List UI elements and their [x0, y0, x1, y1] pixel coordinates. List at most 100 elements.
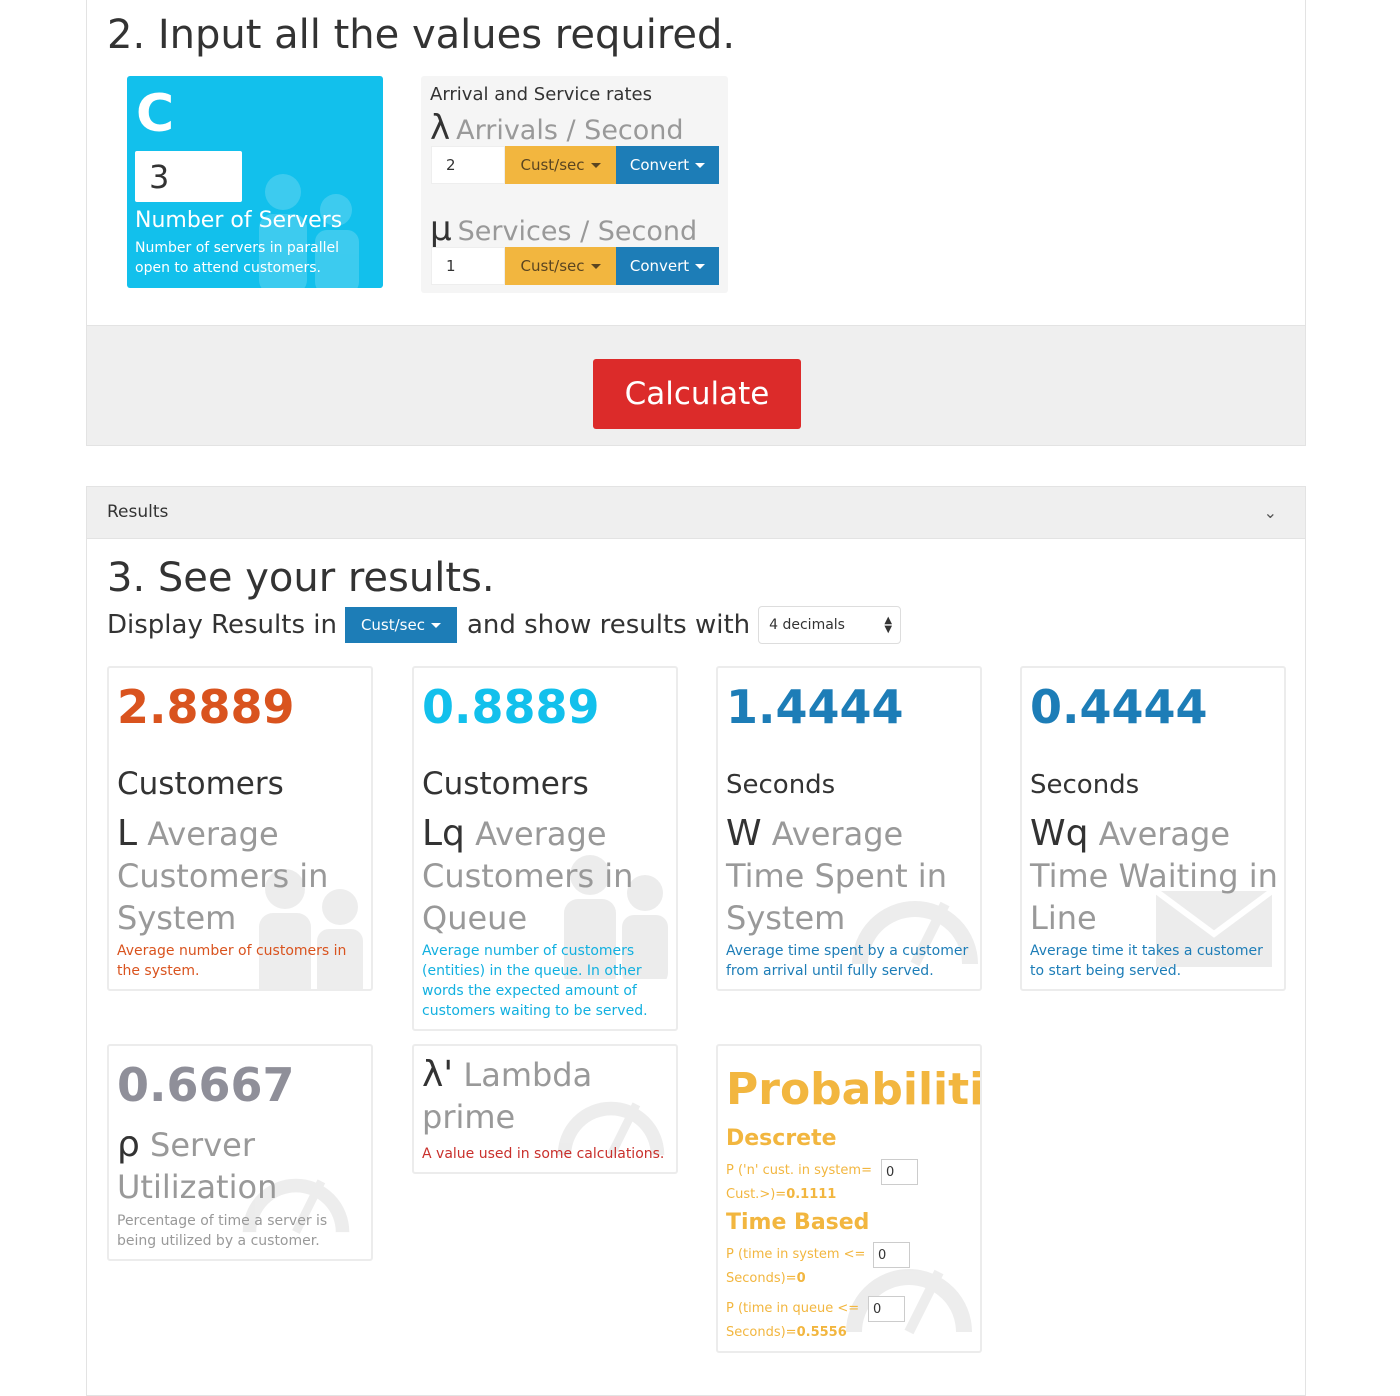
calculate-button[interactable]: Calculate — [593, 359, 801, 429]
lq-symbol: Lq — [422, 813, 465, 854]
servers-title: Number of Servers — [135, 208, 343, 233]
input-panel: 2. Input all the values required. C Numb… — [86, 0, 1306, 446]
queue-time-result-value: 0.5556 — [796, 1325, 847, 1340]
card-l: 2.8889 Customers L Average Customers in … — [107, 666, 373, 991]
w-name: W Average Time Spent in System — [726, 813, 978, 939]
arrivals-input[interactable] — [431, 146, 505, 184]
l-description: Average number of customers in the syste… — [117, 943, 347, 979]
input-panel-footer: Calculate — [87, 325, 1305, 445]
rho-symbol: ρ — [117, 1124, 140, 1165]
wq-value: 0.4444 — [1030, 680, 1208, 734]
services-unit-dropdown[interactable]: Cust/sec — [505, 247, 616, 285]
rates-title: Arrival and Service rates — [430, 84, 652, 105]
caret-down-icon — [590, 163, 601, 168]
services-unit-label: Cust/sec — [520, 257, 585, 275]
caret-down-icon — [430, 623, 441, 628]
discrete-heading: Descrete — [726, 1126, 837, 1151]
services-convert-dropdown[interactable]: Convert — [616, 247, 719, 285]
services-convert-label: Convert — [629, 257, 690, 275]
services-row: Cust/sec Convert — [431, 247, 719, 285]
display-unit-label: Cust/sec — [360, 616, 425, 634]
arrivals-row: Cust/sec Convert — [431, 146, 719, 184]
results-panel-title: Results — [107, 502, 169, 522]
l-symbol: L — [117, 813, 138, 854]
wq-unit: Seconds — [1030, 770, 1140, 800]
arrivals-label-text: Arrivals / Second — [456, 115, 684, 146]
l-unit: Customers — [117, 766, 284, 802]
lambda-prime-name: λ' Lambda prime — [422, 1054, 674, 1138]
servers-card: C Number of Servers Number of servers in… — [127, 76, 383, 288]
arrivals-label: λ Arrivals / Second — [430, 108, 684, 148]
servers-input[interactable] — [135, 151, 242, 202]
select-arrows-icon: ▲ ▼ — [884, 615, 893, 635]
decimals-select[interactable]: 4 decimals ▲ ▼ — [758, 606, 902, 644]
arrivals-unit-label: Cust/sec — [520, 156, 585, 174]
arrivals-convert-dropdown[interactable]: Convert — [616, 146, 719, 184]
results-panel-header[interactable]: Results ⌄ — [87, 487, 1305, 539]
arrivals-convert-label: Convert — [629, 156, 690, 174]
services-label: μ Services / Second — [430, 209, 697, 249]
l-value: 2.8889 — [117, 680, 295, 734]
wq-symbol: Wq — [1030, 813, 1089, 854]
discrete-label: P ('n' cust. in system= — [726, 1163, 872, 1178]
lq-name: Lq Average Customers in Queue — [422, 813, 674, 939]
rho-name: ρ Server Utilization — [117, 1124, 369, 1208]
card-lq: 0.8889 Customers Lq Average Customers in… — [412, 666, 678, 1031]
time-based-heading: Time Based — [726, 1210, 870, 1235]
queue-time-result-line: Seconds)=0.5556 — [726, 1321, 847, 1344]
servers-description: Number of servers in parallel open to at… — [135, 240, 339, 276]
discrete-result-label: Cust.>)= — [726, 1187, 787, 1202]
display-prefix: Display Results in — [107, 610, 337, 640]
caret-down-icon — [590, 264, 601, 269]
probabilities-title: Probabilities — [726, 1064, 982, 1115]
rates-box: Arrival and Service rates λ Arrivals / Se… — [421, 76, 728, 293]
lambda-prime-symbol: λ' — [422, 1054, 454, 1095]
queue-time-label: P (time in queue <= — [726, 1301, 860, 1316]
display-unit-dropdown[interactable]: Cust/sec — [344, 607, 457, 643]
rho-value: 0.6667 — [117, 1058, 295, 1112]
card-rho: 0.6667 ρ Server Utilization Percentage o… — [107, 1044, 373, 1261]
w-unit: Seconds — [726, 770, 836, 800]
rho-description: Percentage of time a server is being uti… — [117, 1213, 328, 1249]
system-time-result-label: Seconds)= — [726, 1271, 797, 1286]
system-time-label: P (time in system <= — [726, 1247, 866, 1262]
card-probabilities: Probabilities Descrete P ('n' cust. in s… — [716, 1044, 982, 1353]
lq-unit: Customers — [422, 766, 589, 802]
discrete-n-input[interactable] — [881, 1159, 918, 1185]
w-description: Average time spent by a customer from ar… — [726, 943, 969, 979]
input-panel-body: 2. Input all the values required. C Numb… — [87, 0, 1305, 325]
lq-description: Average number of customers (entities) i… — [422, 943, 648, 1019]
w-value: 1.4444 — [726, 680, 904, 734]
system-time-result-value: 0 — [796, 1271, 806, 1286]
system-time-input[interactable] — [873, 1242, 910, 1268]
card-w: 1.4444 Seconds W Average Time Spent in S… — [716, 666, 982, 991]
wq-description: Average time it takes a customer to star… — [1030, 943, 1263, 979]
caret-down-icon — [695, 264, 706, 269]
services-label-text: Services / Second — [457, 216, 698, 247]
wq-name: Wq Average Time Waiting in Line — [1030, 813, 1282, 939]
lambda-symbol: λ — [430, 108, 451, 148]
display-options: Display Results in Cust/sec and show res… — [107, 605, 902, 645]
services-input[interactable] — [431, 247, 505, 285]
mu-symbol: μ — [430, 209, 452, 249]
input-heading: 2. Input all the values required. — [107, 12, 736, 58]
display-middle: and show results with — [466, 610, 751, 640]
queue-time-input[interactable] — [868, 1296, 905, 1322]
decimals-value: 4 decimals — [769, 617, 845, 633]
caret-down-icon — [695, 163, 706, 168]
rho-name-text: Server Utilization — [117, 1126, 278, 1206]
results-heading: 3. See your results. — [107, 555, 495, 601]
lq-value: 0.8889 — [422, 680, 600, 734]
system-time-result-line: Seconds)=0 — [726, 1267, 806, 1290]
queue-time-result-label: Seconds)= — [726, 1325, 797, 1340]
results-panel: Results ⌄ 3. See your results. Display R… — [86, 486, 1306, 1396]
chevron-down-icon[interactable]: ⌄ — [1264, 503, 1277, 522]
card-lambda-prime: λ' Lambda prime A value used in some cal… — [412, 1044, 678, 1174]
discrete-result-value: 0.1111 — [786, 1187, 837, 1202]
discrete-result-line: Cust.>)=0.1111 — [726, 1183, 836, 1206]
arrivals-unit-dropdown[interactable]: Cust/sec — [505, 146, 616, 184]
lambda-prime-description: A value used in some calculations. — [422, 1146, 665, 1162]
servers-symbol: C — [136, 84, 175, 144]
w-symbol: W — [726, 813, 762, 854]
l-name-text: Average Customers in System — [117, 815, 329, 937]
